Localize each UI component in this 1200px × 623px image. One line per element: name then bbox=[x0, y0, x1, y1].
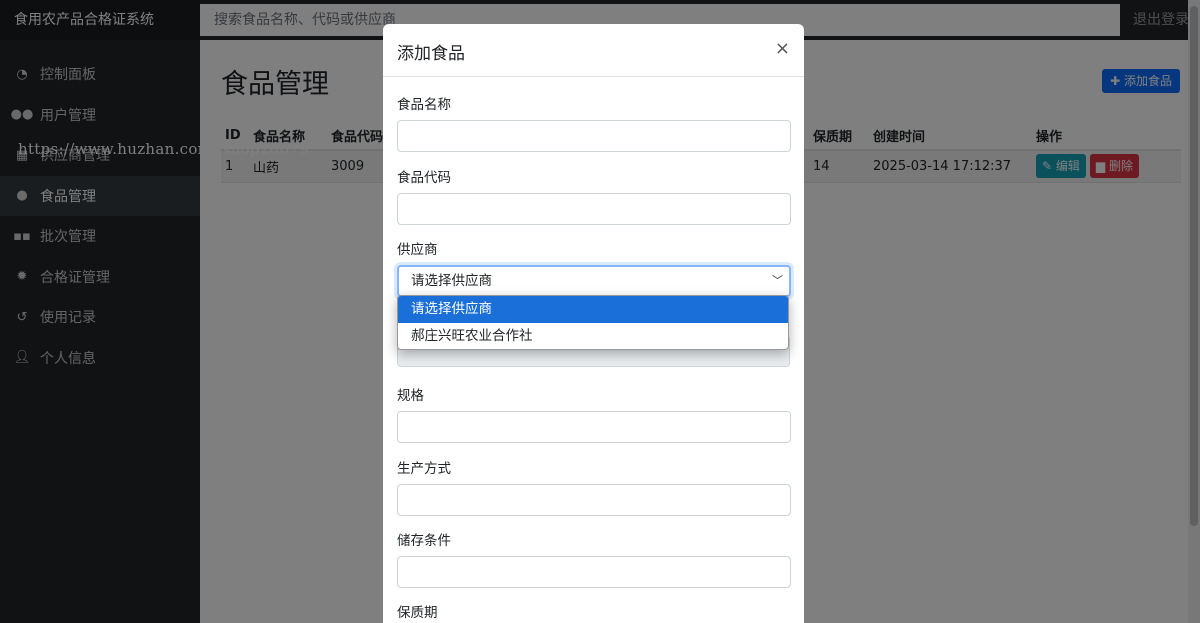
supplier-dropdown-list[interactable]: 请选择供应商 郝庄兴旺农业合作社 bbox=[397, 295, 789, 350]
spec-input[interactable] bbox=[397, 411, 791, 443]
modal-header: 添加食品 × bbox=[383, 24, 804, 77]
shelf-label: 保质期 bbox=[397, 605, 438, 621]
supplier-option[interactable]: 请选择供应商 bbox=[398, 296, 788, 323]
storage-group: 储存条件 bbox=[397, 529, 791, 588]
supplier-select[interactable]: 请选择供应商 ﹀ bbox=[397, 265, 791, 297]
food-code-label: 食品代码 bbox=[397, 170, 451, 186]
close-icon[interactable]: × bbox=[775, 38, 790, 59]
supplier-label: 供应商 bbox=[397, 242, 438, 258]
method-label: 生产方式 bbox=[397, 461, 451, 477]
method-group: 生产方式 bbox=[397, 457, 791, 516]
storage-input[interactable] bbox=[397, 556, 791, 588]
food-code-group: 食品代码 bbox=[397, 166, 791, 225]
chevron-down-icon: ﹀ bbox=[772, 274, 783, 287]
food-name-label: 食品名称 bbox=[397, 97, 451, 113]
food-name-group: 食品名称 bbox=[397, 93, 791, 152]
storage-label: 储存条件 bbox=[397, 533, 451, 549]
shelf-group: 保质期 bbox=[397, 601, 791, 623]
spec-label: 规格 bbox=[397, 388, 424, 404]
spec-group: 规格 bbox=[397, 384, 791, 443]
food-code-input[interactable] bbox=[397, 193, 791, 225]
supplier-group: 供应商 请选择供应商 ﹀ bbox=[397, 238, 791, 297]
supplier-option[interactable]: 郝庄兴旺农业合作社 bbox=[398, 323, 788, 350]
supplier-select-value: 请选择供应商 bbox=[411, 273, 492, 289]
modal-title: 添加食品 bbox=[397, 44, 465, 64]
method-input[interactable] bbox=[397, 484, 791, 516]
food-name-input[interactable] bbox=[397, 120, 791, 152]
